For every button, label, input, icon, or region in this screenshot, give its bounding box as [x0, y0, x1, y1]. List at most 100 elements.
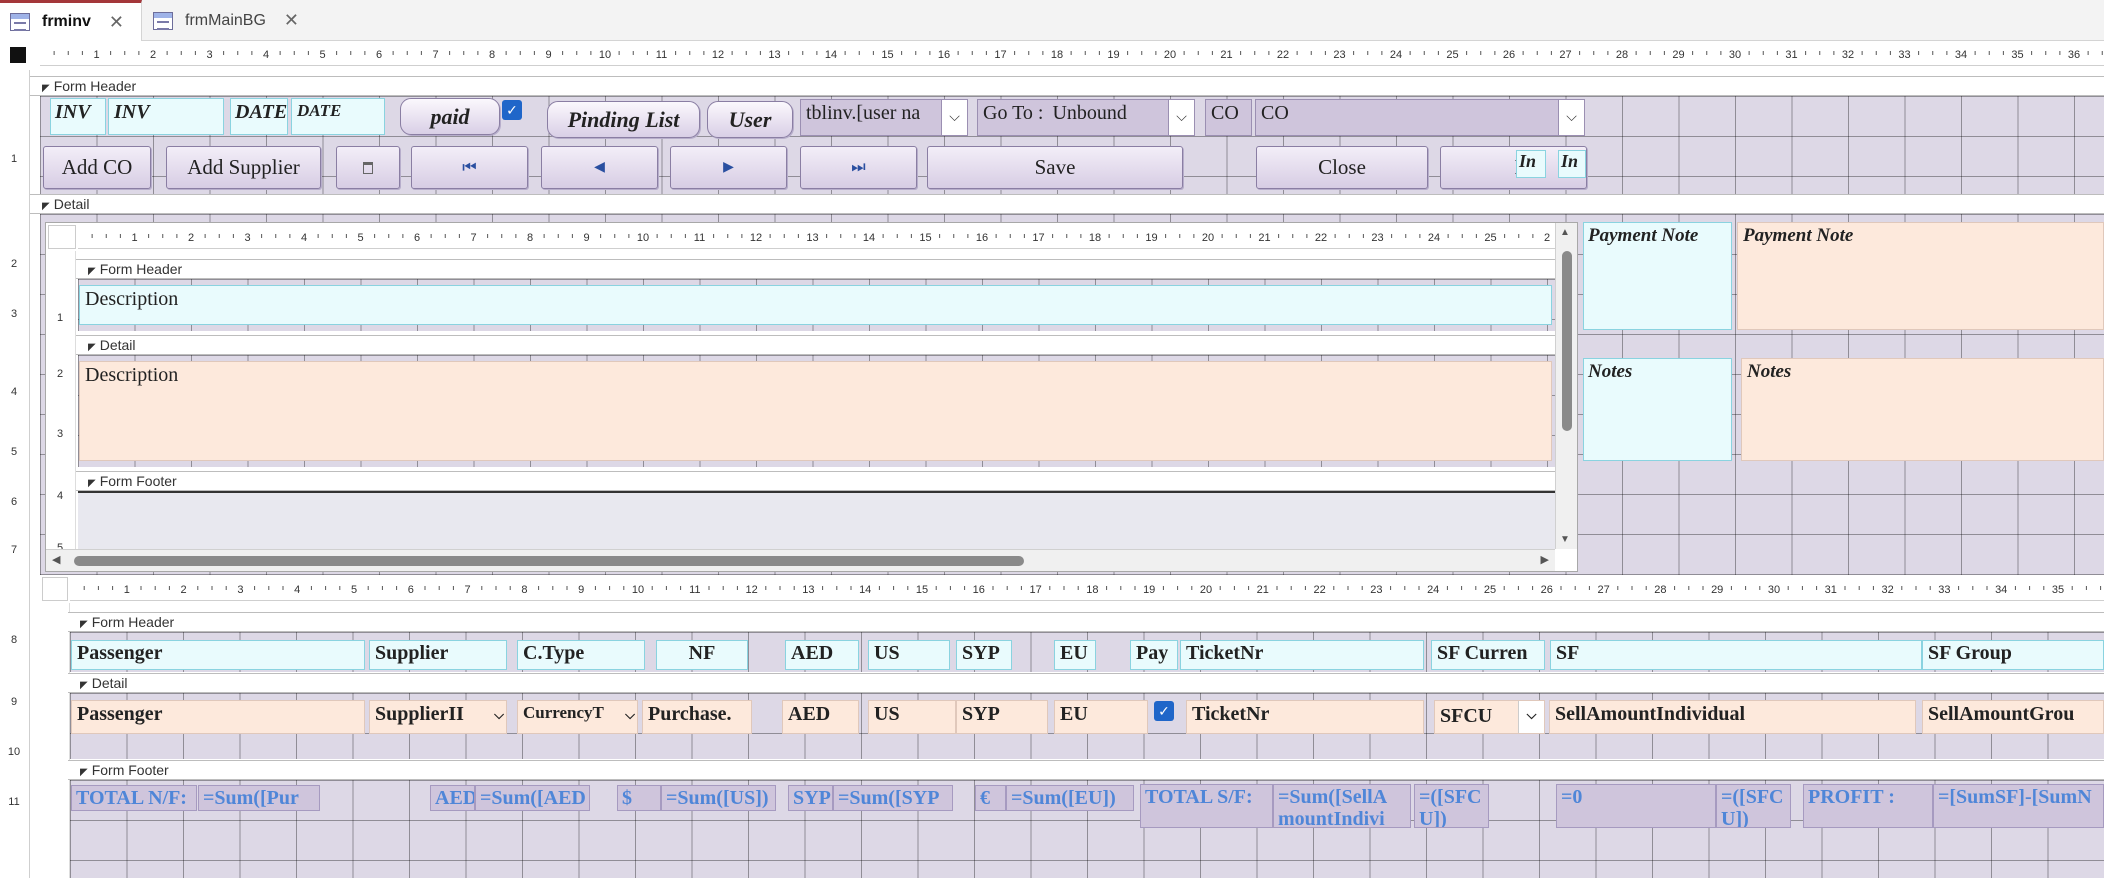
- lines-subform-selector[interactable]: [42, 577, 68, 601]
- ruler-number: 2: [188, 232, 194, 244]
- inv-field[interactable]: INV: [108, 98, 224, 135]
- chevron-down-icon[interactable]: ⌵: [1558, 100, 1584, 135]
- passenger-header: Passenger: [71, 640, 365, 670]
- purchase-field[interactable]: Purchase.: [642, 700, 752, 734]
- usd-total-calc[interactable]: =Sum([US]): [661, 785, 776, 811]
- in-field[interactable]: In: [1558, 150, 1586, 178]
- syp-header: SYP: [956, 640, 1012, 670]
- chevron-down-icon[interactable]: ⌵: [1168, 100, 1194, 135]
- delete-button[interactable]: [336, 146, 400, 189]
- ruler-number: 8: [11, 634, 17, 646]
- chevron-down-icon[interactable]: ⌵: [1518, 701, 1544, 733]
- pinding-list-button[interactable]: Pinding List: [547, 101, 700, 138]
- scrollbar-thumb[interactable]: [1562, 251, 1572, 431]
- description-detail-field[interactable]: Description: [79, 361, 1552, 461]
- lines-vertical-ruler: [40, 603, 70, 878]
- syp-total-calc[interactable]: =Sum([SYP: [833, 785, 953, 811]
- chevron-down-icon[interactable]: ⌵: [941, 100, 967, 135]
- chevron-down-icon[interactable]: ⌵: [494, 707, 504, 723]
- ruler-number: 17: [1029, 584, 1041, 596]
- eu-field[interactable]: EU: [1054, 700, 1148, 734]
- aed-field[interactable]: AED: [782, 700, 859, 734]
- ruler-number: 9: [583, 232, 589, 244]
- ruler-number: 27: [1559, 49, 1571, 61]
- co-combo[interactable]: CO ⌵: [1255, 99, 1585, 136]
- ruler-number: 9: [11, 696, 17, 708]
- sfc-calc-1[interactable]: =([SFC U]): [1414, 784, 1489, 828]
- ruler-number: 5: [57, 542, 63, 549]
- first-record-button[interactable]: ⏮: [411, 146, 528, 189]
- ruler-number: 4: [294, 584, 300, 596]
- lines-detail-bar[interactable]: ◤ Detail: [68, 673, 2104, 693]
- co-combo-value: CO: [1261, 102, 1289, 124]
- tab-frminv[interactable]: frminv ✕: [0, 0, 142, 41]
- subform-form-header-bar[interactable]: ◤ Form Header: [76, 259, 1556, 279]
- total-nf-calc[interactable]: =Sum([Pur: [198, 785, 320, 811]
- sell-amount-group-field[interactable]: SellAmountGrou: [1922, 700, 2104, 734]
- scroll-left-icon[interactable]: ◀: [52, 553, 60, 566]
- profit-calc[interactable]: =[SumSF]-[SumN: [1933, 784, 2104, 828]
- ruler-number: 11: [656, 49, 667, 61]
- description-subform[interactable]: 1 2 3 4 5 6 7 8 9 10 11 12 13 14 15 16 17 18 19 20 21 22 23 24 2…: [45, 222, 1578, 572]
- payment-note-field[interactable]: Payment Note: [1737, 222, 2104, 330]
- detail-bar[interactable]: ◤ Detail: [30, 194, 2104, 214]
- sfc-calc-2[interactable]: =([SFC U]): [1716, 784, 1791, 828]
- form-selector[interactable]: [10, 47, 26, 63]
- scroll-right-icon[interactable]: ▶: [1541, 553, 1549, 566]
- ruler-number: 29: [1672, 49, 1684, 61]
- notes-field[interactable]: Notes: [1741, 358, 2104, 461]
- scrollbar-thumb[interactable]: [74, 556, 1024, 566]
- prev-record-button[interactable]: ◀: [541, 146, 658, 189]
- ticketnr-field[interactable]: TicketNr: [1186, 700, 1424, 734]
- subform-horizontal-scrollbar[interactable]: ◀ ▶: [46, 549, 1555, 571]
- user-combo[interactable]: tblinv.[user na ⌵: [800, 99, 968, 136]
- checkbox-checked-icon[interactable]: ✓: [1154, 701, 1174, 721]
- zero-calc[interactable]: =0: [1556, 784, 1716, 828]
- add-supplier-button[interactable]: Add Supplier: [166, 146, 321, 189]
- form-icon: [10, 13, 30, 31]
- prev-record-icon: ◀: [594, 160, 605, 175]
- scroll-down-icon[interactable]: ▼: [1560, 534, 1570, 545]
- sell-amount-individual-field[interactable]: SellAmountIndividual: [1549, 700, 1916, 734]
- date-field[interactable]: DATE: [291, 98, 385, 135]
- tab-frmmainbg[interactable]: frmMainBG ✕: [143, 0, 313, 41]
- save-button[interactable]: Save: [927, 146, 1183, 189]
- subform-form-footer-bar[interactable]: ◤ Form Footer: [76, 471, 1556, 491]
- ruler-number: 32: [1842, 49, 1854, 61]
- lines-form-footer-bar[interactable]: ◤ Form Footer: [68, 760, 2104, 780]
- pay-header: Pay: [1130, 640, 1178, 670]
- checkbox-checked-icon[interactable]: ✓: [502, 100, 522, 120]
- scroll-up-icon[interactable]: ▲: [1560, 227, 1570, 238]
- supplier-id-combo[interactable]: SupplierII ⌵: [369, 700, 507, 734]
- form-header-bar[interactable]: ◤ Form Header: [30, 76, 2104, 96]
- subform-detail-bar[interactable]: ◤ Detail: [76, 335, 1556, 355]
- sfcu-combo[interactable]: SFCU ⌵: [1434, 700, 1545, 734]
- syp-field[interactable]: SYP: [956, 700, 1048, 734]
- ruler-number: 11: [694, 232, 705, 244]
- us-field[interactable]: US: [868, 700, 956, 734]
- chevron-down-icon[interactable]: ⌵: [625, 707, 635, 723]
- subform-selector[interactable]: [48, 225, 76, 249]
- date-label: DATE: [230, 98, 288, 135]
- ruler-number: 14: [859, 584, 871, 596]
- first-record-icon: ⏮: [462, 158, 477, 176]
- aed-total-calc[interactable]: =Sum([AED: [475, 785, 590, 811]
- notes-label: Notes: [1583, 358, 1732, 461]
- ruler-number: 4: [301, 232, 307, 244]
- last-record-button[interactable]: ⏭: [800, 146, 917, 189]
- eur-total-calc[interactable]: =Sum([EU]): [1006, 785, 1134, 811]
- close-icon[interactable]: ✕: [109, 12, 124, 33]
- ruler-number: 20: [1200, 584, 1212, 596]
- total-sf-calc[interactable]: =Sum([SellA mountIndivi: [1273, 784, 1411, 828]
- close-icon[interactable]: ✕: [284, 10, 299, 31]
- subform-vertical-ruler: 1 2 3 4 5 6: [46, 242, 76, 554]
- close-button[interactable]: Close: [1256, 146, 1428, 189]
- next-record-button[interactable]: ▶: [670, 146, 787, 189]
- description-header-field[interactable]: Description: [79, 285, 1552, 325]
- subform-vertical-scrollbar[interactable]: ▲ ▼: [1555, 223, 1577, 549]
- add-co-button[interactable]: Add CO: [43, 146, 151, 189]
- lines-form-header-bar[interactable]: ◤ Form Header: [68, 612, 2104, 632]
- currency-type-combo[interactable]: CurrencyT ⌵: [517, 700, 638, 734]
- passenger-field[interactable]: Passenger: [71, 700, 365, 734]
- goto-combo[interactable]: Go To : Unbound ⌵: [977, 99, 1195, 136]
